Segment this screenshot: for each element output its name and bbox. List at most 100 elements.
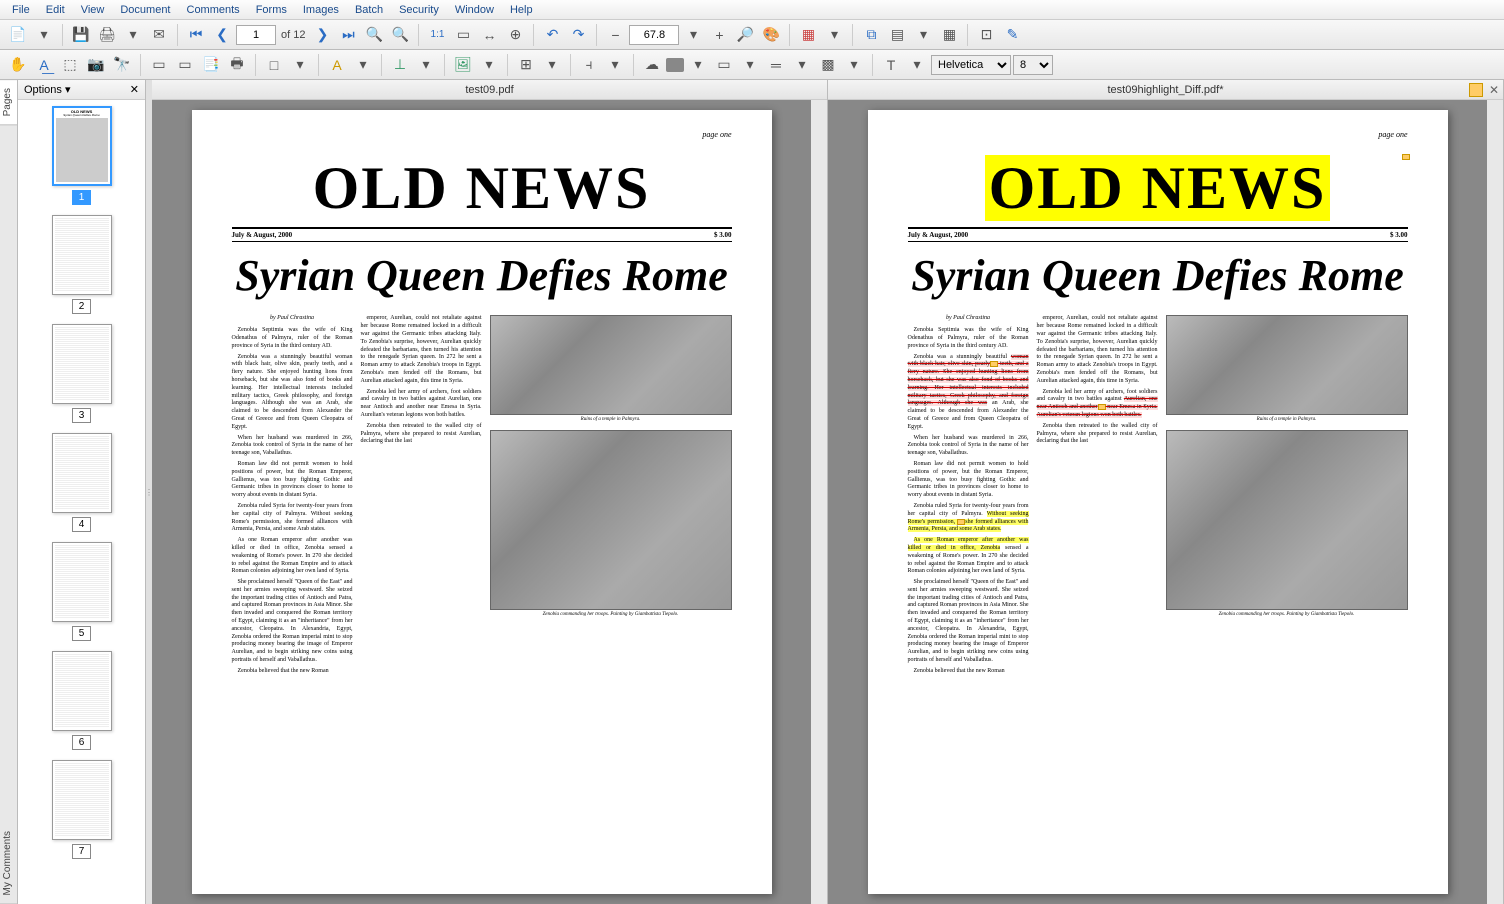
form-icon[interactable]: ▦ [796,23,820,47]
scrollbar-left[interactable] [811,100,827,904]
table-icon[interactable]: ⊞ [514,53,538,77]
menu-edit[interactable]: Edit [38,2,73,18]
stamp-icon[interactable]: ⊥ [388,53,412,77]
line-icon[interactable]: ═ [764,53,788,77]
compare-icon[interactable]: ⧉ [859,23,883,47]
last-page-icon[interactable]: ⏭ [336,23,360,47]
align-dropdown-icon[interactable]: ▾ [603,53,627,77]
actual-size-icon[interactable]: 1:1 [425,23,449,47]
text-select-icon[interactable]: A͟ [32,53,56,77]
zoom-plus-icon[interactable]: + [707,23,731,47]
border-dropdown-icon[interactable]: ▾ [738,53,762,77]
stamp-dropdown-icon[interactable]: ▾ [414,53,438,77]
document-viewport-right[interactable]: page one OLD NEWS July & August, 2000$ 3… [828,100,1487,904]
fit-height-icon[interactable]: ⊕ [503,23,527,47]
comments-tab[interactable]: My Comments [0,823,17,904]
border-icon[interactable]: ▭ [712,53,736,77]
save-icon[interactable]: 💾 [69,23,93,47]
next-page-icon[interactable]: ❯ [310,23,334,47]
pattern-dropdown-icon[interactable]: ▾ [842,53,866,77]
pattern-icon[interactable]: ▩ [816,53,840,77]
image-dropdown-icon[interactable]: ▾ [477,53,501,77]
fill-dropdown-icon[interactable]: ▾ [686,53,710,77]
font-select[interactable]: Helvetica [931,55,1011,75]
layout-dropdown-icon[interactable]: ▾ [911,23,935,47]
page-icon[interactable]: ▭ [173,53,197,77]
note-icon[interactable] [1098,404,1106,410]
loupe-icon[interactable]: 🔎 [733,23,757,47]
text-cursor-dropdown-icon[interactable]: ▾ [905,53,929,77]
text-tool-icon[interactable]: A [325,53,349,77]
crop-icon[interactable]: ⊡ [974,23,998,47]
extract-icon[interactable]: 📑 [199,53,223,77]
menu-forms[interactable]: Forms [248,2,295,18]
thumbnail-7[interactable]: 7 [24,760,139,859]
marquee-icon[interactable]: ⬚ [58,53,82,77]
layout-icon[interactable]: ▤ [885,23,909,47]
line-dropdown-icon[interactable]: ▾ [790,53,814,77]
zoom-in-icon[interactable]: 🔍 [362,23,386,47]
thumbnails-list[interactable]: OLD NEWSSyrian Queen Defies Rome 1 2 3 4… [18,100,145,904]
menu-view[interactable]: View [73,2,113,18]
page-icon[interactable]: ▭ [147,53,171,77]
dropdown-icon[interactable]: ▾ [121,23,145,47]
align-icon[interactable]: ⫞ [577,53,601,77]
menu-comments[interactable]: Comments [179,2,248,18]
image-icon[interactable]: 🖼 [451,53,475,77]
menu-batch[interactable]: Batch [347,2,391,18]
prev-page-icon[interactable]: ❮ [210,23,234,47]
page-number-input[interactable] [236,25,276,45]
rotate-left-icon[interactable]: ↶ [540,23,564,47]
document-viewport-left[interactable]: page one OLD NEWS July & August, 2000$ 3… [152,100,811,904]
menu-help[interactable]: Help [502,2,541,18]
menu-security[interactable]: Security [391,2,447,18]
pages-tab[interactable]: Pages [0,80,17,125]
search-icon[interactable]: 🔭 [110,53,134,77]
thumbnail-6[interactable]: 6 [24,651,139,750]
masthead-highlighted: OLD NEWS [985,155,1331,221]
rect-icon[interactable]: □ [262,53,286,77]
menu-file[interactable]: File [4,2,38,18]
scan-icon[interactable]: 🖶 [225,53,249,77]
fit-page-icon[interactable]: ▭ [451,23,475,47]
thumbnail-1[interactable]: OLD NEWSSyrian Queen Defies Rome 1 [24,106,139,205]
fill-icon[interactable] [666,58,684,72]
first-page-icon[interactable]: ⏮ [184,23,208,47]
snapshot-icon[interactable]: 📷 [84,53,108,77]
print-icon[interactable]: 🖨 [95,23,119,47]
dropdown-icon[interactable]: ▾ [32,23,56,47]
scrollbar-right[interactable] [1487,100,1503,904]
new-doc-icon[interactable]: 📄 [6,23,30,47]
zoom-minus-icon[interactable]: − [603,23,627,47]
masthead: OLD NEWS [232,154,732,223]
close-icon[interactable]: ✕ [130,83,139,96]
options-button[interactable]: Options ▾ [24,83,71,96]
zoom-input[interactable] [629,25,679,45]
close-icon[interactable]: ✕ [1489,83,1499,97]
menu-document[interactable]: Document [112,2,178,18]
email-icon[interactable]: ✉ [147,23,171,47]
text-dropdown-icon[interactable]: ▾ [351,53,375,77]
text-cursor-icon[interactable]: T [879,53,903,77]
thumbnail-5[interactable]: 5 [24,542,139,641]
table-dropdown-icon[interactable]: ▾ [540,53,564,77]
zoom-out-icon[interactable]: 🔍 [388,23,412,47]
font-size-select[interactable]: 8 [1013,55,1053,75]
note-icon[interactable] [990,361,998,367]
fit-width-icon[interactable]: ↔ [477,23,501,47]
thumbnail-3[interactable]: 3 [24,324,139,423]
form-dropdown-icon[interactable]: ▾ [822,23,846,47]
menu-images[interactable]: Images [295,2,347,18]
color-icon[interactable]: 🎨 [759,23,783,47]
menu-window[interactable]: Window [447,2,502,18]
thumbnail-2[interactable]: 2 [24,215,139,314]
cloud-icon[interactable]: ☁ [640,53,664,77]
note-icon[interactable] [1402,154,1410,160]
rotate-right-icon[interactable]: ↷ [566,23,590,47]
grid-icon[interactable]: ▦ [937,23,961,47]
hand-tool-icon[interactable]: ✋ [6,53,30,77]
edit-icon[interactable]: ✎ [1000,23,1024,47]
thumbnail-4[interactable]: 4 [24,433,139,532]
zoom-dropdown-icon[interactable]: ▾ [681,23,705,47]
rect-dropdown-icon[interactable]: ▾ [288,53,312,77]
